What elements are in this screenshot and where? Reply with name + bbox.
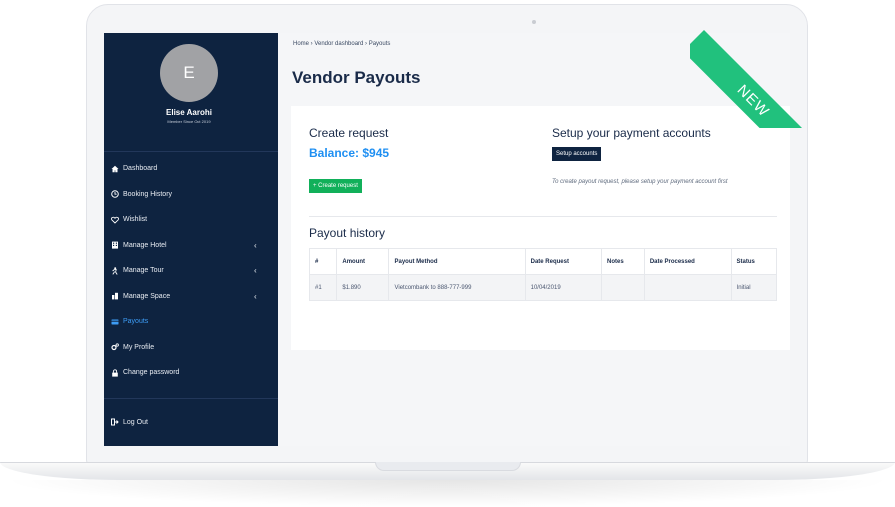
home-icon	[110, 164, 119, 173]
create-request-title: Create request	[309, 126, 389, 140]
table-cell	[601, 274, 645, 301]
column-header: Date Processed	[643, 248, 732, 275]
payout-history-table: # Amount Payout Method Date Request Notes Dat…	[308, 248, 778, 301]
sidebar-item-label: Change password	[123, 369, 180, 377]
create-request-button[interactable]: + Create request	[309, 179, 362, 193]
logout-icon	[110, 418, 119, 427]
setup-note: To create payout request, please setup y…	[552, 179, 728, 185]
payouts-card: Create request Balance: $945 + Create re…	[291, 106, 790, 350]
credit-card-icon	[110, 317, 119, 326]
clock-icon	[110, 190, 119, 199]
sidebar-item-wishlist[interactable]: Wishlist	[104, 207, 278, 233]
section-divider	[309, 216, 777, 217]
sidebar-divider	[104, 398, 278, 399]
column-header: Amount	[336, 248, 390, 275]
building-icon	[110, 241, 119, 250]
payout-history-title: Payout history	[309, 226, 386, 240]
sidebar-item-booking-history[interactable]: Booking History	[104, 182, 278, 208]
sidebar-item-log-out[interactable]: Log Out	[104, 411, 278, 433]
chevron-left-icon[interactable]: ‹	[254, 266, 257, 275]
tour-icon	[110, 266, 119, 275]
sidebar-item-change-password[interactable]: Change password	[104, 360, 278, 386]
sidebar-item-label: My Profile	[123, 343, 155, 351]
sidebar-divider	[104, 151, 278, 152]
chevron-left-icon[interactable]: ‹	[254, 292, 257, 301]
setup-accounts-button[interactable]: Setup accounts	[552, 147, 602, 161]
avatar[interactable]: E	[160, 44, 218, 102]
laptop-notch	[375, 462, 521, 471]
new-ribbon: NEW	[690, 30, 818, 128]
column-header: Notes	[601, 248, 645, 275]
space-icon	[110, 292, 119, 301]
member-since: Member Since Oct 2019	[167, 119, 211, 124]
sidebar: E Elise Aarohi Member Since Oct 2019 Das…	[104, 33, 278, 446]
table-cell: Vietcombank to 888-777-999	[388, 274, 526, 301]
breadcrumb[interactable]: Home › Vendor dashboard › Payouts	[293, 41, 390, 47]
sidebar-item-label: Payouts	[123, 318, 149, 326]
sidebar-item-label: Wishlist	[123, 216, 148, 224]
sidebar-item-label: Log Out	[123, 418, 148, 426]
table-cell: $1.890	[336, 274, 390, 301]
sidebar-item-label: Dashboard	[123, 165, 158, 173]
sidebar-item-manage-tour[interactable]: Manage Tour ‹	[104, 258, 278, 284]
sidebar-item-label: Manage Hotel	[123, 241, 167, 249]
table-cell	[643, 274, 732, 301]
sidebar-item-label: Manage Space	[123, 292, 171, 300]
table-cell: Initial	[730, 274, 778, 301]
table-row[interactable]: #1 $1.890 Vietcombank to 888-777-999 10/04/…	[308, 274, 778, 301]
table-cell: 10/04/2019	[524, 274, 603, 301]
cogs-icon	[110, 343, 119, 352]
new-ribbon-wrapper: NEW	[690, 0, 818, 128]
sidebar-item-my-profile[interactable]: My Profile	[104, 335, 278, 361]
laptop-shadow	[0, 480, 895, 507]
heart-icon	[110, 215, 119, 224]
chevron-left-icon[interactable]: ‹	[254, 241, 257, 250]
sidebar-item-manage-hotel[interactable]: Manage Hotel ‹	[104, 233, 278, 259]
sidebar-item-manage-space[interactable]: Manage Space ‹	[104, 284, 278, 310]
camera-icon	[532, 20, 536, 24]
user-name: Elise Aarohi	[166, 108, 212, 117]
page-title: Vendor Payouts	[292, 68, 421, 87]
sidebar-item-dashboard[interactable]: Dashboard	[104, 156, 278, 182]
setup-accounts-title: Setup your payment accounts	[552, 126, 711, 140]
sidebar-item-label: Booking History	[123, 190, 173, 198]
table-header-row: # Amount Payout Method Date Request Notes Dat…	[308, 248, 778, 275]
table-cell: #1	[308, 274, 338, 301]
screen: E Elise Aarohi Member Since Oct 2019 Das…	[104, 33, 790, 446]
lock-icon	[110, 368, 119, 377]
column-header: Payout Method	[388, 248, 526, 275]
balance-value: Balance: $945	[309, 146, 390, 160]
column-header: Status	[730, 248, 778, 275]
sidebar-nav: Dashboard Booking History Wishlist Manage H…	[104, 156, 278, 386]
sidebar-item-payouts[interactable]: Payouts	[104, 309, 278, 335]
column-header: Date Request	[524, 248, 603, 275]
sidebar-item-label: Manage Tour	[123, 267, 164, 275]
column-header: #	[308, 248, 338, 275]
